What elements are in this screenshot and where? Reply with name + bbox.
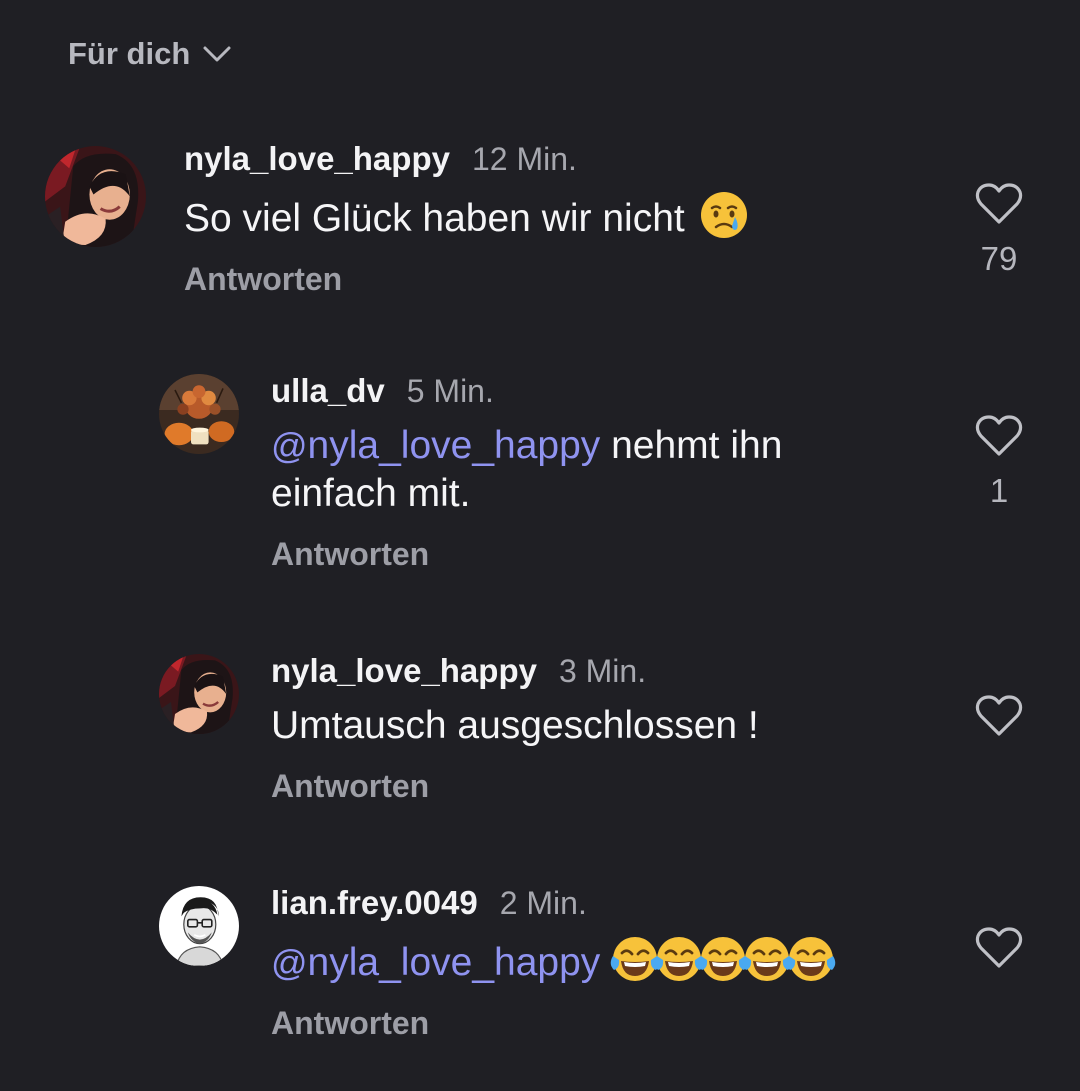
comment-time: 5 Min. [406,373,494,409]
heart-icon[interactable] [975,414,1023,458]
avatar[interactable] [159,654,239,734]
laughing-tears-emoji-icon [611,937,660,981]
laughing-tears-emoji-icon [787,937,836,981]
chevron-down-icon [203,46,231,62]
crying-face-emoji-icon [700,192,747,238]
comment-text: @nyla_love_happy nehmt ihn einfach mit. [271,422,871,518]
laughing-tears-emoji-icon [699,937,748,981]
like-control: 1 [974,414,1024,510]
heart-icon[interactable] [975,926,1023,970]
comment-text-content: So viel Glück haben wir nicht [184,197,685,240]
comment-username[interactable]: nyla_love_happy [184,140,450,178]
like-control: 79 [974,182,1024,278]
avatar[interactable] [159,374,239,454]
comment-time: 12 Min. [471,141,577,177]
laughing-tears-emoji-icon [743,937,792,981]
mention-at-icon: @ [271,942,308,983]
feed-selector[interactable]: Für dich [68,36,232,72]
mention-link[interactable]: @nyla_love_happy [271,941,600,984]
avatar[interactable] [159,886,239,966]
mention-at-icon: @ [271,425,308,466]
comment-text-content: Umtausch ausgeschlossen ! [271,704,759,747]
comment-text: @nyla_love_happy [271,934,971,987]
heart-icon[interactable] [975,182,1023,226]
comment-username[interactable]: lian.frey.0049 [271,884,478,922]
like-control [974,694,1024,738]
like-count: 79 [980,240,1018,277]
reply-button[interactable]: Antworten [271,768,429,805]
comment-username[interactable]: ulla_dv [271,372,385,410]
reply-button[interactable]: Antworten [271,536,429,573]
mention-username: nyla_love_happy [307,424,601,467]
laughing-tears-emoji-icon [655,937,704,981]
comments-page: Für dich nyla_love_happy 12 Min. So viel… [0,0,1080,1091]
feed-title: Für dich [68,36,191,71]
like-count: 1 [989,472,1009,509]
comment-username[interactable]: nyla_love_happy [271,652,537,690]
mention-username: nyla_love_happy [307,941,601,984]
heart-icon[interactable] [975,694,1023,738]
comment-text: Umtausch ausgeschlossen ! [271,702,891,750]
reply-button[interactable]: Antworten [184,261,342,298]
comment-text: So viel Glück haben wir nicht [184,190,864,243]
mention-link[interactable]: @nyla_love_happy [271,424,600,467]
comment-time: 2 Min. [499,885,587,921]
like-control [974,926,1024,970]
comment-time: 3 Min. [558,653,647,689]
reply-button[interactable]: Antworten [271,1005,429,1042]
avatar[interactable] [45,146,146,247]
